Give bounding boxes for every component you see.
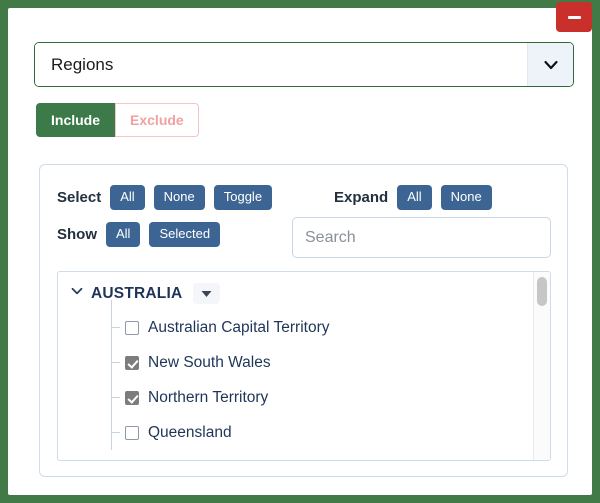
- filter-panel: Regions Include Exclude Select All None …: [8, 8, 592, 495]
- tree-scrollbar[interactable]: [533, 272, 550, 460]
- dimension-select-value: Regions: [35, 43, 527, 86]
- list-item[interactable]: Northern Territory: [111, 380, 533, 415]
- tree-scrollbar-thumb[interactable]: [537, 277, 547, 306]
- list-item-label: Queensland: [148, 423, 232, 441]
- expand-all-button[interactable]: All: [397, 185, 432, 210]
- tree-group-label: AUSTRALIA: [91, 284, 183, 302]
- chevron-down-icon[interactable]: [70, 284, 84, 303]
- dimension-select[interactable]: Regions: [34, 42, 574, 87]
- list-item-label: New South Wales: [148, 353, 271, 371]
- include-button[interactable]: Include: [36, 103, 116, 137]
- checkbox-unchecked-icon[interactable]: [125, 425, 139, 440]
- select-control-row: Select All None Toggle: [57, 185, 273, 210]
- select-toggle-button[interactable]: Toggle: [213, 185, 273, 210]
- checkbox-unchecked-icon[interactable]: [125, 320, 139, 335]
- list-item[interactable]: New South Wales: [111, 345, 533, 380]
- list-item[interactable]: Australian Capital Territory: [111, 310, 533, 345]
- expand-label: Expand: [334, 188, 389, 206]
- search-input[interactable]: [292, 217, 551, 258]
- filter-controls-card: Select All None Toggle Expand All None S…: [39, 164, 568, 477]
- region-tree-scroll-area: AUSTRALIA Australian Capital Territory N…: [58, 272, 533, 460]
- checkbox-checked-icon[interactable]: [125, 355, 139, 370]
- list-item[interactable]: Queensland: [111, 415, 533, 450]
- select-all-button[interactable]: All: [110, 185, 145, 210]
- region-tree-list: AUSTRALIA Australian Capital Territory N…: [57, 271, 551, 461]
- tree-group-australia[interactable]: AUSTRALIA: [58, 272, 533, 308]
- expand-none-button[interactable]: None: [440, 185, 492, 210]
- include-exclude-toggle: Include Exclude: [36, 103, 199, 137]
- app-frame: Regions Include Exclude Select All None …: [0, 0, 600, 503]
- tree-children: Australian Capital Territory New South W…: [111, 300, 533, 450]
- list-item-label: Northern Territory: [148, 388, 269, 406]
- show-control-row: Show All Selected: [57, 222, 221, 247]
- select-label: Select: [57, 188, 102, 206]
- expand-control-row: Expand All None: [334, 185, 492, 210]
- caret-down-icon: [201, 286, 212, 301]
- show-selected-button[interactable]: Selected: [149, 222, 221, 247]
- minus-icon: [567, 15, 581, 19]
- checkbox-checked-icon[interactable]: [125, 390, 139, 405]
- chevron-down-icon[interactable]: [527, 43, 573, 86]
- select-none-button[interactable]: None: [153, 185, 205, 210]
- tree-group-menu-button[interactable]: [193, 283, 221, 304]
- exclude-button[interactable]: Exclude: [115, 103, 199, 137]
- show-all-button[interactable]: All: [106, 222, 141, 247]
- show-label: Show: [57, 225, 97, 243]
- minimize-button[interactable]: [556, 2, 592, 32]
- list-item-label: Australian Capital Territory: [148, 318, 330, 336]
